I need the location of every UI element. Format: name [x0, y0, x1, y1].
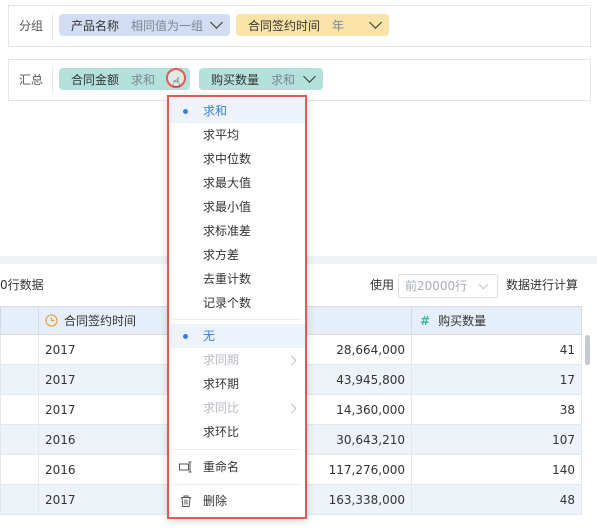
menu-item-rename[interactable]: 重命名 [169, 455, 305, 479]
menu-item-prev-period[interactable]: 求环期 [169, 372, 305, 396]
trash-icon [181, 495, 191, 507]
menu-item-same-period: 求同期 [169, 348, 305, 372]
cell-qty: 140 [411, 454, 582, 485]
menu-item-sum[interactable]: 求和 [169, 99, 305, 123]
cell-year: 2017 [38, 484, 172, 515]
chip-field-name: 合同金额 [71, 72, 120, 87]
table-scrollbar[interactable] [585, 335, 590, 365]
cell-qty: 17 [411, 364, 582, 395]
chip-field-name: 合同签约时间 [248, 18, 321, 33]
chip-field-name: 购买数量 [211, 72, 260, 87]
aggregation-dropdown-menu: 求和 求平均 求中位数 求最大值 求最小值 求标准差 求方差 去重计数 记录个数… [167, 95, 307, 519]
group-bar-separator [52, 13, 53, 39]
summary-bar-label: 汇总 [19, 73, 44, 87]
group-chip-contract-time[interactable]: 合同签约时间 年 [236, 14, 389, 36]
summary-chip-purchase-qty[interactable]: 购买数量 求和 [199, 68, 323, 90]
row-count-text: 0行数据 [0, 278, 44, 292]
menu-item-mom[interactable]: 求环比 [169, 420, 305, 444]
chevron-down-icon [478, 279, 489, 290]
group-bar: 分组 产品名称 相同值为一组 合同签约时间 年 [8, 5, 591, 47]
selected-dot-icon [183, 109, 188, 114]
menu-item-stddev[interactable]: 求标准差 [169, 219, 305, 243]
cell-year: 2016 [38, 424, 172, 455]
rows-limit-select[interactable]: 前20000行 [398, 274, 498, 298]
chip-agg-label: 求和 [131, 72, 156, 87]
selected-dot-icon [183, 334, 188, 339]
menu-item-delete[interactable]: 删除 [169, 489, 305, 513]
chevron-right-icon [286, 403, 297, 414]
cell-qty: 48 [411, 484, 582, 515]
chip-agg-label: 相同值为一组 [131, 18, 204, 33]
table-header-cell [0, 306, 39, 335]
table-header-contract-time[interactable]: 合同签约时间 [38, 306, 172, 335]
cell-qty: 107 [411, 424, 582, 455]
menu-item-distinct-count[interactable]: 去重计数 [169, 267, 305, 291]
menu-divider [173, 449, 301, 450]
menu-item-yoy: 求同比 [169, 396, 305, 420]
menu-divider [173, 319, 301, 320]
chip-agg-label: 年 [332, 18, 345, 33]
rename-icon [179, 461, 192, 473]
cell-year: 2017 [38, 394, 172, 425]
chip-field-name: 产品名称 [71, 18, 120, 33]
chevron-down-icon[interactable] [210, 16, 223, 29]
menu-item-variance[interactable]: 求方差 [169, 243, 305, 267]
group-bar-label: 分组 [19, 19, 44, 33]
chevron-down-icon[interactable] [303, 70, 316, 83]
cell-year: 2017 [38, 364, 172, 395]
menu-item-record-count[interactable]: 记录个数 [169, 291, 305, 315]
compute-label: 数据进行计算 [506, 278, 579, 292]
menu-item-max[interactable]: 求最大值 [169, 171, 305, 195]
menu-divider [173, 484, 301, 485]
use-label: 使用 [370, 278, 395, 292]
number-hash-icon: # [420, 314, 431, 328]
menu-item-average[interactable]: 求平均 [169, 123, 305, 147]
chevron-right-icon [286, 355, 297, 366]
rows-limit-value: 前20000行 [405, 279, 468, 293]
cell-year: 2016 [38, 454, 172, 485]
menu-item-min[interactable]: 求最小值 [169, 195, 305, 219]
chip-agg-label: 求和 [271, 72, 296, 87]
group-chip-product-name[interactable]: 产品名称 相同值为一组 [59, 14, 230, 36]
clock-icon [45, 314, 58, 327]
hand-cursor-icon: ☝ [172, 75, 181, 91]
cell-qty: 41 [411, 334, 582, 365]
cell-qty: 38 [411, 394, 582, 425]
summary-bar-separator [52, 67, 53, 93]
cell-year: 2017 [38, 334, 172, 365]
menu-item-none[interactable]: 无 [169, 324, 305, 348]
table-header-purchase-qty[interactable]: # 购买数量 [411, 306, 582, 335]
menu-item-median[interactable]: 求中位数 [169, 147, 305, 171]
chevron-down-icon[interactable] [369, 16, 382, 29]
